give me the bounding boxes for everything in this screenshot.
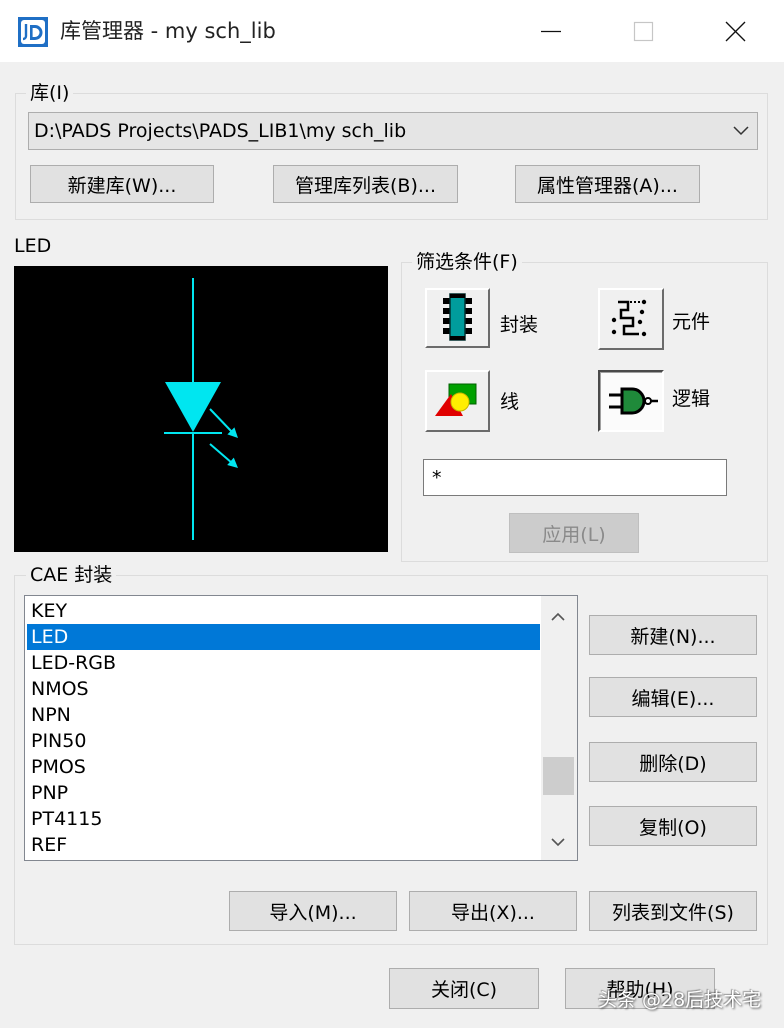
maximize-button[interactable] — [620, 14, 666, 48]
filter-lines-button[interactable] — [425, 370, 490, 432]
attribute-manager-button[interactable]: 属性管理器(A)... — [515, 165, 700, 203]
filter-group-label: 筛选条件(F) — [412, 250, 522, 274]
filter-logic-label: 逻辑 — [672, 388, 711, 410]
led-symbol — [164, 278, 238, 540]
package-icon — [443, 293, 472, 341]
list-item[interactable]: LED-RGB — [27, 650, 540, 676]
light-arrow — [209, 408, 233, 433]
list-item[interactable]: LED — [27, 624, 540, 650]
cae-decal-group-label: CAE 封装 — [26, 563, 117, 587]
list-to-file-button[interactable]: 列表到文件(S) — [589, 891, 757, 931]
list-item[interactable]: PIN50 — [27, 728, 540, 754]
maximize-icon — [633, 21, 654, 42]
scroll-up-icon[interactable] — [541, 596, 577, 636]
list-item[interactable]: PNP — [27, 780, 540, 806]
light-arrow — [209, 443, 233, 464]
preview-label: LED — [14, 235, 52, 257]
list-item[interactable]: REF — [27, 832, 540, 858]
copy-decal-button[interactable]: 复制(O) — [589, 806, 757, 846]
window-title: 库管理器 - my sch_lib — [60, 19, 276, 43]
minimize-icon — [541, 30, 561, 33]
app-icon — [18, 17, 48, 47]
list-item[interactable]: NMOS — [27, 676, 540, 702]
watermark: 头条 @28后技术宅 — [598, 989, 762, 1011]
filter-logic-button[interactable] — [598, 370, 664, 432]
part-icon — [611, 299, 647, 337]
lines-shapes-icon — [435, 383, 477, 416]
close-button[interactable]: 关闭(C) — [389, 968, 539, 1009]
close-window-button[interactable] — [712, 14, 758, 48]
filter-part-label: 元件 — [672, 311, 711, 333]
symbol-preview — [14, 266, 388, 552]
library-path-dropdown[interactable]: D:\PADS Projects\PADS_LIB1\my sch_lib — [28, 112, 758, 150]
delete-decal-button[interactable]: 删除(D) — [589, 742, 757, 782]
library-path-value: D:\PADS Projects\PADS_LIB1\my sch_lib — [34, 120, 407, 142]
filter-part-button[interactable] — [598, 288, 664, 350]
minimize-button[interactable] — [528, 14, 574, 48]
new-decal-button[interactable]: 新建(N)... — [589, 615, 757, 655]
filter-package-button[interactable] — [425, 288, 490, 348]
library-list-button[interactable]: 管理库列表(B)... — [273, 165, 458, 203]
list-item[interactable]: PMOS — [27, 754, 540, 780]
import-button[interactable]: 导入(M)... — [229, 891, 397, 931]
diode-triangle — [165, 382, 221, 432]
export-button[interactable]: 导出(X)... — [409, 891, 577, 931]
filter-package-label: 封装 — [500, 314, 539, 336]
edit-decal-button[interactable]: 编辑(E)... — [589, 677, 757, 717]
vertical-scrollbar[interactable] — [541, 596, 577, 860]
cae-decal-list[interactable]: KEY LED LED-RGB NMOS NPN PIN50 PMOS PNP … — [24, 595, 578, 861]
filter-lines-label: 线 — [500, 391, 520, 413]
close-icon — [725, 21, 746, 42]
scroll-down-icon[interactable] — [541, 820, 577, 860]
apply-button[interactable]: 应用(L) — [509, 513, 639, 553]
list-item[interactable]: PT4115 — [27, 806, 540, 832]
chevron-down-icon — [733, 126, 749, 136]
logic-gate-icon — [609, 387, 658, 415]
library-group-label: 库(I) — [26, 81, 74, 105]
scrollbar-thumb[interactable] — [543, 757, 574, 795]
filter-input[interactable] — [423, 459, 727, 496]
list-item[interactable]: NPN — [27, 702, 540, 728]
list-item[interactable]: KEY — [27, 598, 540, 624]
title-bar: 库管理器 - my sch_lib — [0, 0, 784, 62]
new-library-button[interactable]: 新建库(W)... — [30, 165, 214, 203]
